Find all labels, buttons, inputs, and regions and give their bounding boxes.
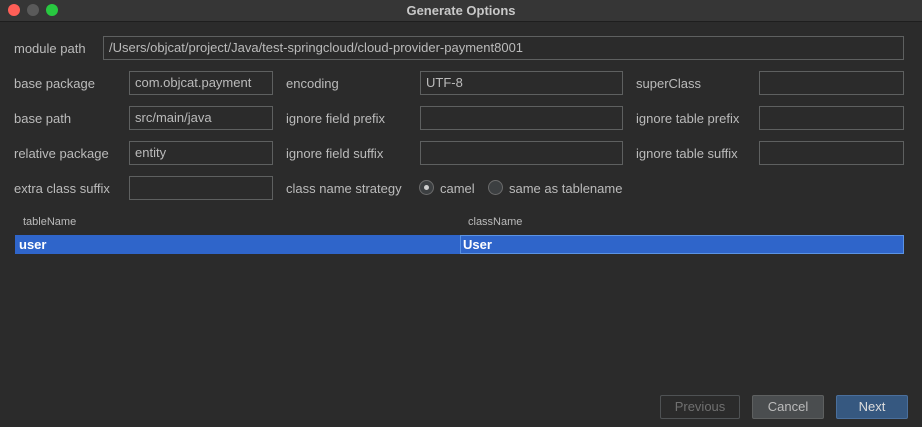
ignore-field-prefix-field[interactable] xyxy=(420,106,623,130)
same-as-tablename-radio-label[interactable]: same as tablename xyxy=(509,181,622,197)
cancel-button[interactable]: Cancel xyxy=(752,395,824,419)
dialog-content: module path /Users/objcat/project/Java/t… xyxy=(0,22,922,427)
superclass-field[interactable] xyxy=(759,71,904,95)
previous-button[interactable]: Previous xyxy=(660,395,740,419)
extra-class-suffix-field[interactable] xyxy=(129,176,273,200)
base-path-label: base path xyxy=(14,111,72,126)
table-row[interactable]: user User xyxy=(15,235,904,254)
module-path-field[interactable]: /Users/objcat/project/Java/test-springcl… xyxy=(103,36,904,60)
same-as-tablename-radio[interactable] xyxy=(488,180,503,195)
encoding-field[interactable]: UTF-8 xyxy=(420,71,623,95)
base-package-label: base package xyxy=(14,76,95,91)
ignore-field-suffix-label: ignore field suffix xyxy=(286,146,384,161)
camel-radio-label[interactable]: camel xyxy=(440,181,475,197)
next-button[interactable]: Next xyxy=(836,395,908,419)
encoding-label: encoding xyxy=(286,76,339,91)
ignore-table-suffix-label: ignore table suffix xyxy=(636,146,738,161)
ignore-table-prefix-label: ignore table prefix xyxy=(636,111,740,126)
superclass-label: superClass xyxy=(636,76,702,91)
camel-radio[interactable] xyxy=(419,180,434,195)
base-path-field[interactable]: src/main/java xyxy=(129,106,273,130)
table-header-tablename[interactable]: tableName xyxy=(23,215,76,229)
ignore-table-prefix-field[interactable] xyxy=(759,106,904,130)
relative-package-field[interactable]: entity xyxy=(129,141,273,165)
class-name-strategy-label: class name strategy xyxy=(286,181,402,196)
table-cell-classname-editor[interactable]: User xyxy=(460,235,904,254)
ignore-field-prefix-label: ignore field prefix xyxy=(286,111,385,126)
table-cell-tablename[interactable]: user xyxy=(19,236,46,253)
title-bar: Generate Options xyxy=(0,0,922,22)
window-title: Generate Options xyxy=(406,3,516,18)
table-header-classname[interactable]: className xyxy=(468,215,522,229)
ignore-table-suffix-field[interactable] xyxy=(759,141,904,165)
extra-class-suffix-label: extra class suffix xyxy=(14,181,110,196)
base-package-field[interactable]: com.objcat.payment xyxy=(129,71,273,95)
module-path-label: module path xyxy=(14,41,86,56)
relative-package-label: relative package xyxy=(14,146,109,161)
ignore-field-suffix-field[interactable] xyxy=(420,141,623,165)
